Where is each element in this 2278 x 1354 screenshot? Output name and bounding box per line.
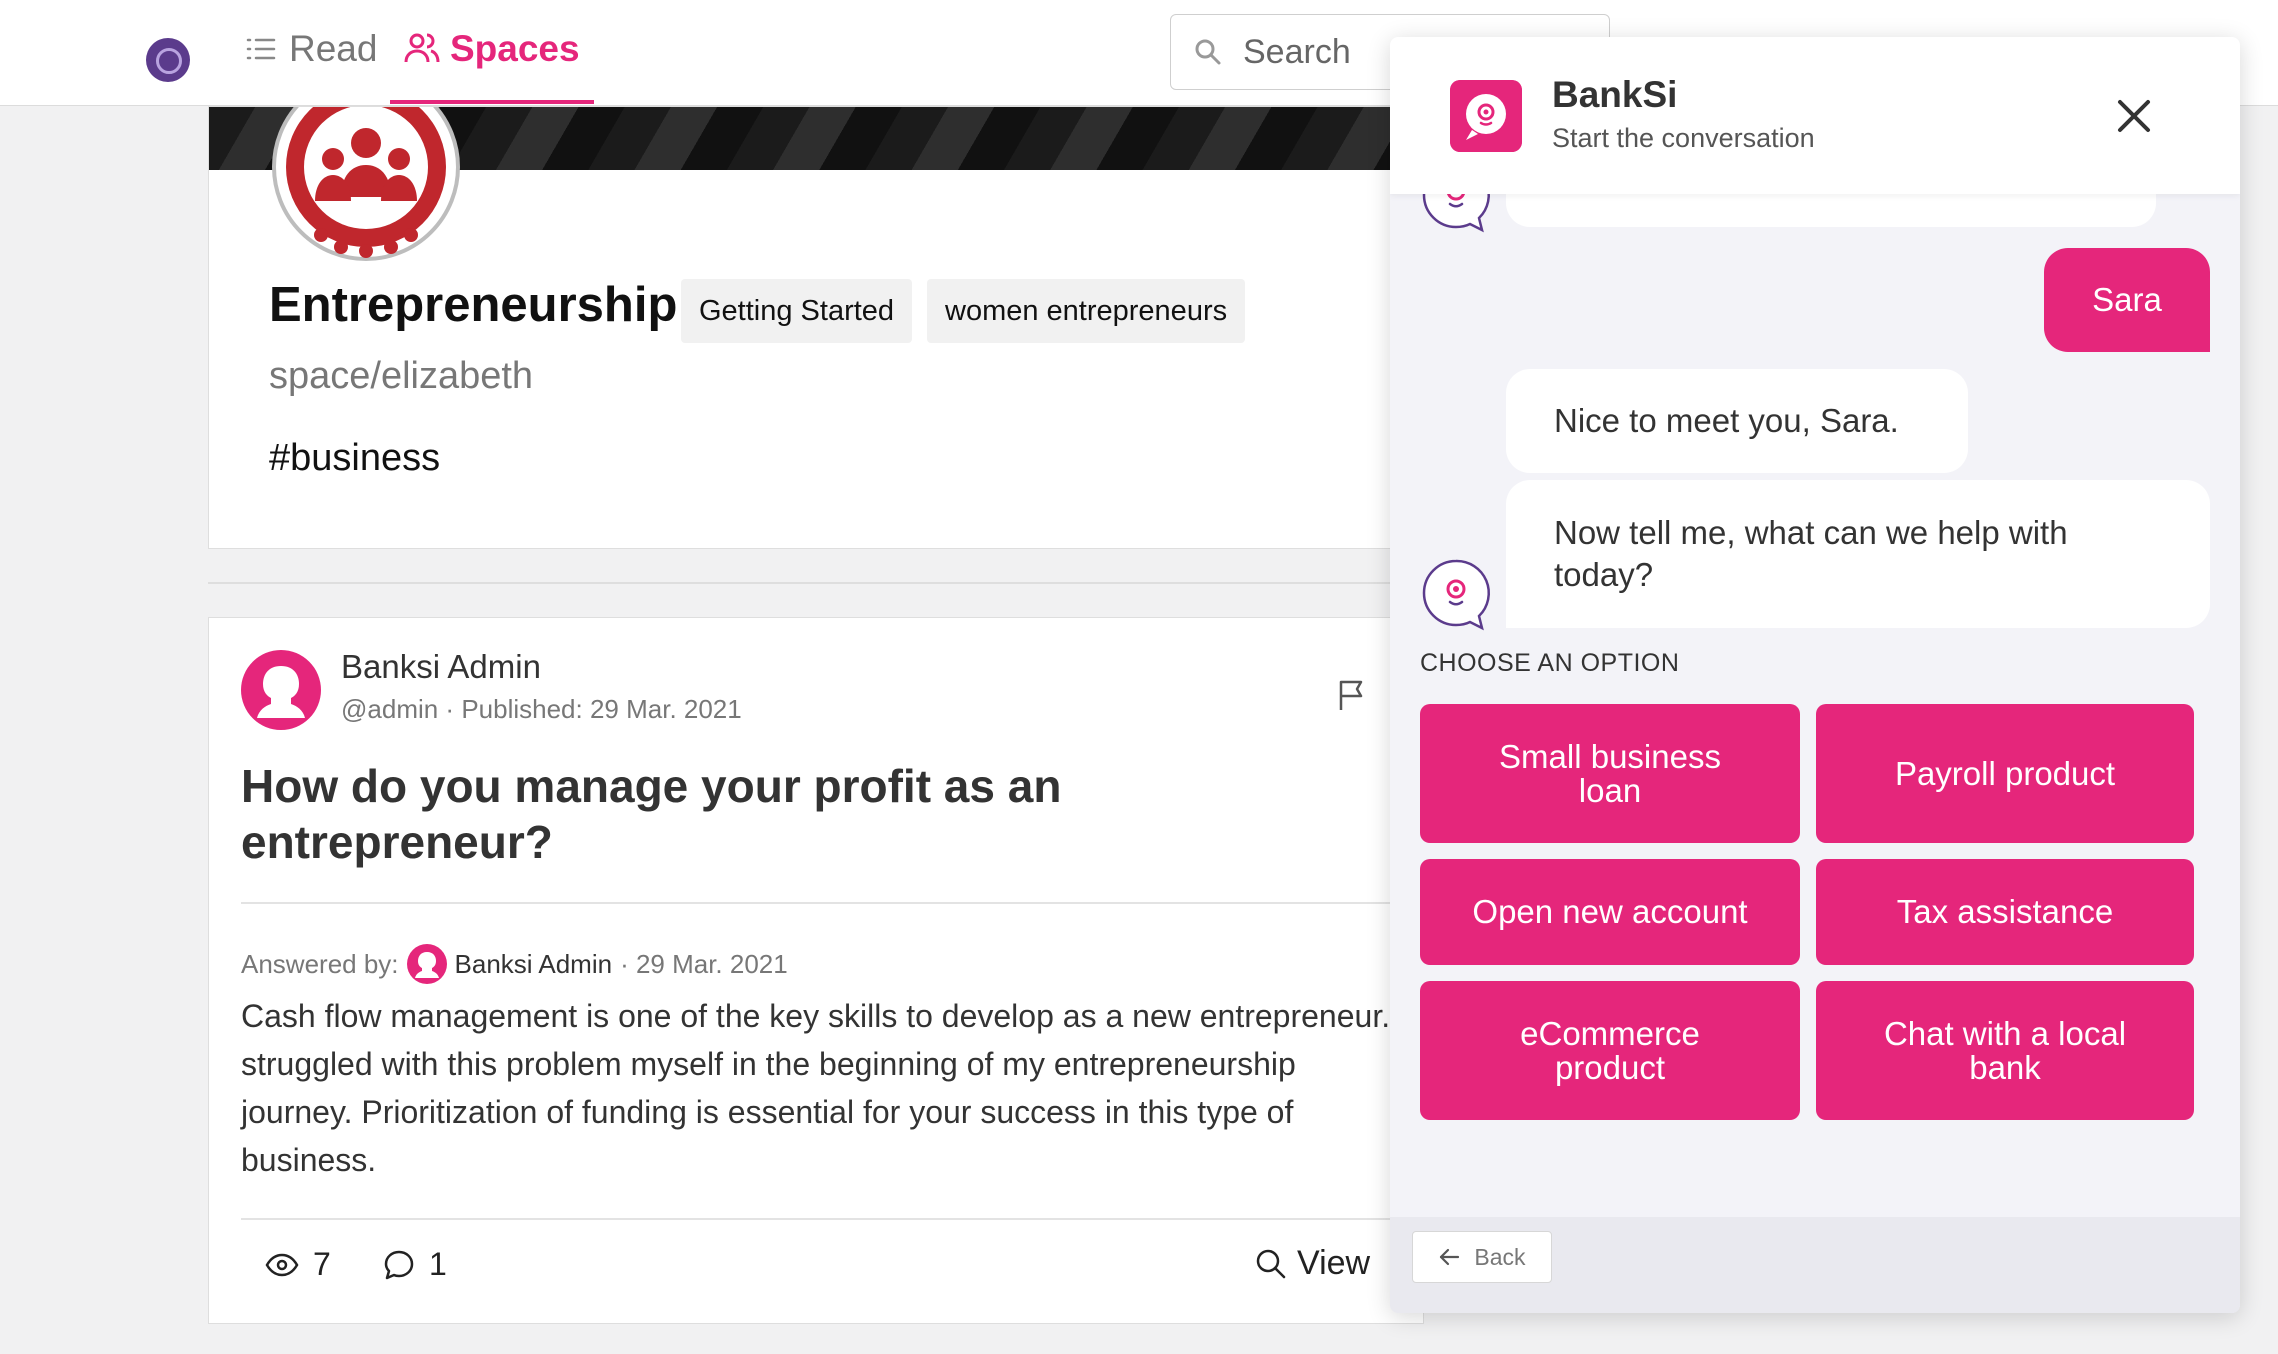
option-ecommerce-product[interactable]: eCommerce product <box>1420 981 1800 1120</box>
search-icon <box>1195 39 1221 65</box>
chat-header: BankSi Start the conversation <box>1390 37 2240 194</box>
search-placeholder: Search <box>1243 32 1351 71</box>
answer-date: · 29 Mar. 2021 <box>620 948 788 979</box>
chat-footer: Back <box>1390 1217 2240 1313</box>
list-icon <box>246 38 276 60</box>
answer-author-avatar[interactable] <box>406 944 447 984</box>
arrow-left-icon <box>1440 1248 1460 1266</box>
nav-spaces[interactable]: Spaces <box>390 0 594 104</box>
space-card: Entrepreneurship Getting Started women e… <box>208 106 1424 549</box>
view-button[interactable]: View <box>1255 1244 1370 1283</box>
bot-message-question: Now tell me, what can we help with today… <box>1506 480 2210 628</box>
tag-women-entrepreneurs[interactable]: women entrepreneurs <box>927 279 1246 343</box>
close-icon[interactable] <box>2110 92 2158 140</box>
option-open-new-account[interactable]: Open new account <box>1420 859 1800 965</box>
space-title: Entrepreneurship <box>269 278 678 332</box>
post-divider <box>241 902 1423 904</box>
views-value: 7 <box>313 1246 331 1282</box>
post-footer-divider <box>241 1218 1423 1220</box>
nav-read[interactable]: Read <box>245 28 377 70</box>
space-hashtag[interactable]: #business <box>269 437 440 480</box>
search-icon <box>1256 1249 1286 1278</box>
tag-getting-started[interactable]: Getting Started <box>681 279 913 343</box>
bot-name: BankSi <box>1552 74 1678 115</box>
bot-message-greeting: Nice to meet you, Sara. <box>1506 369 1968 473</box>
option-chat-local-bank[interactable]: Chat with a local bank <box>1816 981 2194 1120</box>
views-count: 7 <box>265 1246 331 1283</box>
site-logo[interactable] <box>146 38 190 82</box>
view-label: View <box>1297 1244 1371 1282</box>
bot-subtitle: Start the conversation <box>1552 123 1815 153</box>
answered-by: Answered by: Banksi Admin · 29 Mar. 2021 <box>241 944 788 984</box>
eye-icon <box>265 1253 299 1276</box>
option-payroll-product[interactable]: Payroll product <box>1816 704 2194 843</box>
space-path: space/elizabeth <box>269 355 534 397</box>
post-title[interactable]: How do you manage your profit as an entr… <box>241 758 1241 870</box>
users-icon <box>404 33 440 63</box>
author-avatar[interactable] <box>241 650 321 730</box>
nav-read-label: Read <box>289 28 378 69</box>
comments-value: 1 <box>429 1246 447 1282</box>
choose-option-label: CHOOSE AN OPTION <box>1420 649 1680 677</box>
nav-spaces-label: Spaces <box>450 28 580 69</box>
comments-count[interactable]: 1 <box>383 1246 447 1283</box>
chat-widget: BankSi Start the conversation Sara Nice … <box>1390 37 2240 1313</box>
author-name[interactable]: Banksi Admin <box>341 648 541 686</box>
author-meta: @admin · Published: 29 Mar. 2021 <box>341 694 742 724</box>
flag-icon[interactable] <box>1335 678 1369 712</box>
user-message: Sara <box>2044 248 2210 352</box>
option-small-business-loan[interactable]: Small business loan <box>1420 704 1800 843</box>
back-button[interactable]: Back <box>1412 1231 1552 1283</box>
bot-avatar-icon <box>1422 559 1490 631</box>
section-divider <box>208 582 1424 584</box>
post-card: Banksi Admin @admin · Published: 29 Mar.… <box>208 617 1424 1324</box>
space-group-icon <box>272 107 460 261</box>
comment-icon <box>384 1250 414 1279</box>
bot-logo-icon <box>1450 80 1522 152</box>
option-tax-assistance[interactable]: Tax assistance <box>1816 859 2194 965</box>
post-body: Cash flow management is one of the key s… <box>241 998 1408 1178</box>
answer-author-name[interactable]: Banksi Admin <box>455 949 613 980</box>
back-label: Back <box>1474 1243 1526 1270</box>
answered-label: Answered by: <box>241 948 399 979</box>
